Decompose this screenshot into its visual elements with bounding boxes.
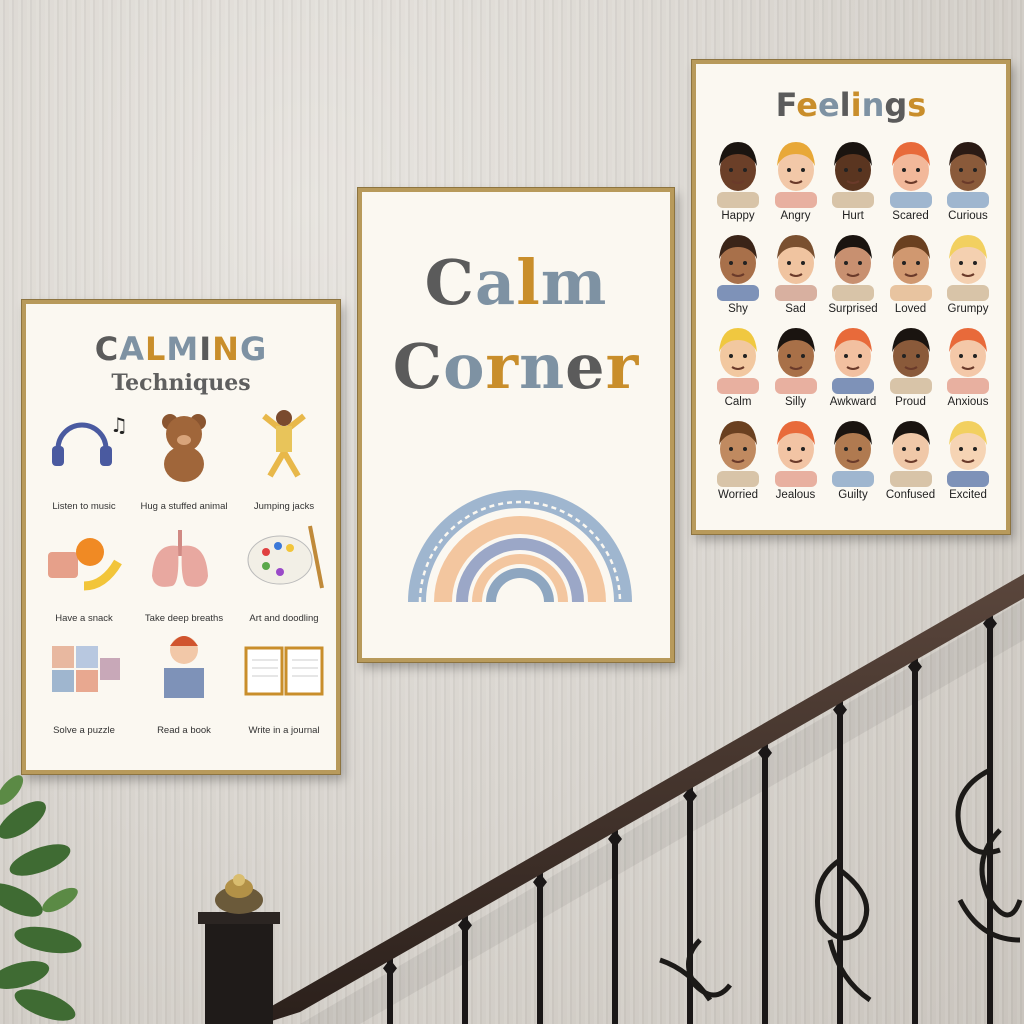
face-icon: [717, 421, 759, 487]
feeling-item: Worried: [709, 415, 767, 505]
face-icon: [832, 235, 874, 301]
journal-icon: [244, 646, 324, 696]
feeling-item: Guilty: [824, 415, 882, 505]
feeling-item: Proud: [882, 322, 940, 412]
face-icon: [947, 421, 989, 487]
face-icon: [717, 235, 759, 301]
feeling-item: Awkward: [824, 322, 882, 412]
technique-item: Read a book: [134, 628, 234, 736]
technique-label: Read a book: [157, 725, 211, 736]
calming-title-text: CALMING: [94, 330, 268, 368]
feelings-title: Feelings: [696, 86, 1006, 124]
feeling-item: Shy: [709, 229, 767, 319]
calm-word-text: Calm: [424, 246, 608, 319]
feeling-label: Grumpy: [947, 303, 989, 315]
face-icon: [717, 328, 759, 394]
face-icon: [832, 328, 874, 394]
feeling-label: Curious: [948, 210, 988, 222]
technique-item: Take deep breaths: [134, 516, 234, 624]
feeling-item: Silly: [767, 322, 825, 412]
face-icon: [717, 142, 759, 208]
feelings-poster: Feelings Happy Angry Hurt Scared Curious Shy S…: [692, 60, 1010, 534]
feeling-item: Surprised: [824, 229, 882, 319]
calm-corner-poster: Calm Corner: [358, 188, 674, 662]
corner-word-text: Corner: [392, 330, 640, 403]
feelings-title-text: Feelings: [775, 86, 927, 124]
feeling-item: Sad: [767, 229, 825, 319]
face-icon: [774, 328, 817, 394]
feeling-label: Anxious: [947, 396, 989, 408]
feeling-item: Scared: [882, 136, 940, 226]
technique-label: Write in a journal: [248, 725, 320, 736]
technique-item: Write in a journal: [234, 628, 334, 736]
feeling-item: Grumpy: [939, 229, 997, 319]
technique-item: Hug a stuffed animal: [134, 404, 234, 512]
face-icon: [889, 142, 932, 208]
teddy-bear-icon: [162, 414, 206, 482]
reading-kid-icon: [164, 636, 204, 698]
face-icon: [947, 235, 989, 301]
technique-item: Jumping jacks: [234, 404, 334, 512]
svg-text:♫: ♫: [110, 413, 128, 437]
lungs-icon: [152, 530, 208, 587]
calm-word: Calm: [362, 252, 670, 314]
face-icon: [947, 142, 989, 208]
face-icon: [947, 328, 989, 394]
jumping-kid-icon: [262, 410, 306, 478]
face-icon: [774, 142, 817, 208]
feeling-item: Jealous: [767, 415, 825, 505]
feeling-item: Happy: [709, 136, 767, 226]
technique-label: Hug a stuffed animal: [140, 501, 228, 512]
face-icon: [832, 421, 874, 487]
feeling-item: Hurt: [824, 136, 882, 226]
feeling-item: Angry: [767, 136, 825, 226]
face-icon: [774, 421, 817, 487]
technique-item: Art and doodling: [234, 516, 334, 624]
paint-palette-icon: [247, 525, 324, 589]
technique-label: Jumping jacks: [253, 501, 315, 512]
feeling-item: Confused: [882, 415, 940, 505]
face-icon: [889, 328, 932, 394]
feeling-item: Calm: [709, 322, 767, 412]
feeling-item: Loved: [882, 229, 940, 319]
potted-plant: [0, 775, 82, 1021]
feeling-item: Excited: [939, 415, 997, 505]
feeling-item: Curious: [939, 136, 997, 226]
face-icon: [889, 421, 932, 487]
rainbow-illustration: [408, 490, 632, 603]
technique-label: Art and doodling: [249, 613, 319, 624]
corner-word: Corner: [362, 336, 670, 398]
face-icon: [889, 235, 932, 301]
technique-label: Take deep breaths: [144, 613, 224, 624]
face-icon: [832, 142, 874, 208]
face-icon: [774, 235, 817, 301]
feeling-item: Anxious: [939, 322, 997, 412]
feeling-label: Excited: [949, 489, 987, 501]
